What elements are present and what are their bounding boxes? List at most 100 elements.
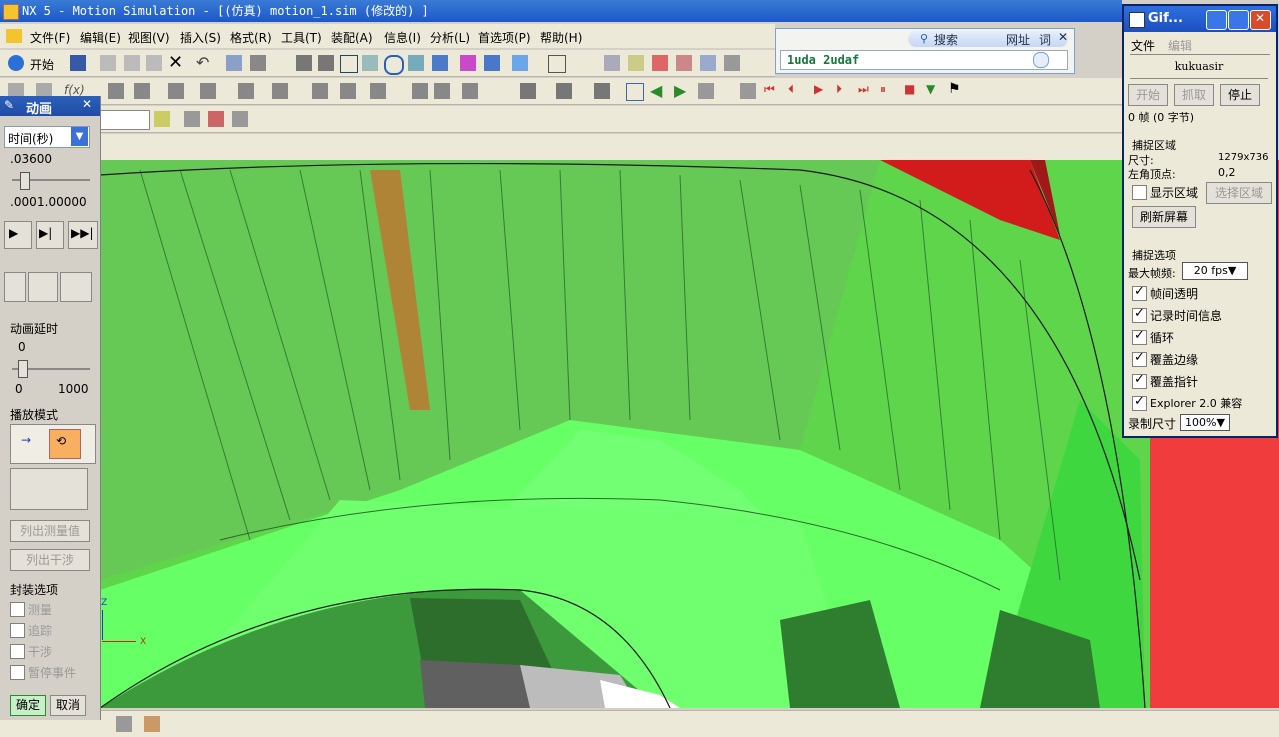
torque-icon[interactable] xyxy=(312,83,328,99)
trace-mode-buttons[interactable] xyxy=(10,468,88,510)
select-icon[interactable] xyxy=(226,55,242,71)
forward-arrow-icon[interactable]: ▶ xyxy=(674,81,686,100)
option-checkbox-explorer[interactable] xyxy=(1132,394,1147,411)
pause-event-checkbox[interactable] xyxy=(10,665,25,680)
point-icon[interactable] xyxy=(628,55,644,71)
option-checkbox-pointer[interactable] xyxy=(1132,372,1147,389)
contact-icon[interactable] xyxy=(238,83,254,99)
gif-menu-edit[interactable]: 编辑 xyxy=(1168,37,1192,54)
force-icon[interactable] xyxy=(272,83,288,99)
gif-stop-button[interactable]: 停止 xyxy=(1220,84,1260,106)
measure-checkbox[interactable] xyxy=(10,602,25,617)
play-once-icon[interactable]: → xyxy=(21,433,31,447)
menu-insert[interactable]: 插入(S) xyxy=(180,29,221,46)
show-area-checkbox[interactable] xyxy=(1132,185,1147,200)
cube-icon[interactable] xyxy=(512,55,528,71)
perspective-icon[interactable] xyxy=(432,55,448,71)
back-arrow-icon[interactable]: ◀ xyxy=(650,81,662,100)
rotate-icon[interactable] xyxy=(384,55,404,75)
delete-icon[interactable]: ✕ xyxy=(168,52,183,73)
cut-icon[interactable] xyxy=(100,55,116,71)
save-icon[interactable] xyxy=(70,55,86,71)
menu-analysis[interactable]: 分析(L) xyxy=(430,29,470,46)
menu-preferences[interactable]: 首选项(P) xyxy=(478,29,531,46)
option-checkbox-timing[interactable] xyxy=(1132,306,1147,323)
close-button[interactable]: ✕ xyxy=(1250,10,1271,30)
record-size-select[interactable]: 100%▼ xyxy=(1180,414,1230,431)
loop-mode-button[interactable]: ⟲ xyxy=(49,429,81,459)
fast-forward-button[interactable]: ▶▶| xyxy=(68,221,98,249)
gif-capture-button[interactable]: 抓取 xyxy=(1174,84,1214,106)
trace-icon[interactable] xyxy=(462,83,478,99)
solver-icon[interactable] xyxy=(340,83,356,99)
menu-edit[interactable]: 编辑(E) xyxy=(80,29,121,46)
chevron-down-icon[interactable]: ▼ xyxy=(71,127,88,146)
step-forward-button[interactable]: ▶| xyxy=(36,221,64,249)
search-tab[interactable]: 搜索 xyxy=(934,31,958,48)
render-icon[interactable] xyxy=(460,55,476,71)
select-all-icon[interactable] xyxy=(154,111,170,127)
menu-file[interactable]: 文件(F) xyxy=(30,29,70,46)
search-input[interactable]: 1uda 2udaf xyxy=(780,50,1068,70)
checklist-icon[interactable] xyxy=(626,83,644,101)
address-tab[interactable]: 网址 xyxy=(1006,31,1030,48)
spring-icon[interactable] xyxy=(134,83,150,99)
start-icon[interactable] xyxy=(8,55,24,71)
graphics-viewport[interactable]: Z X xyxy=(100,160,1279,708)
word-tab[interactable]: 词 xyxy=(1039,31,1051,48)
time-slider-handle[interactable] xyxy=(20,172,30,190)
fit-icon[interactable] xyxy=(340,55,358,73)
maximize-button[interactable] xyxy=(1228,10,1249,30)
record-button[interactable] xyxy=(28,272,58,302)
option-checkbox-edges[interactable] xyxy=(1132,350,1147,367)
snap-end-icon[interactable] xyxy=(232,111,248,127)
finish-flag-icon[interactable]: ⚑ xyxy=(948,81,961,97)
minimize-button[interactable] xyxy=(1206,10,1227,30)
spreadsheet-icon[interactable] xyxy=(556,83,572,99)
list-interference-button[interactable]: 列出干涉 xyxy=(10,549,90,571)
step-back-icon[interactable]: ⏴ xyxy=(788,82,794,97)
refresh-screen-button[interactable]: 刷新屏幕 xyxy=(1132,206,1196,228)
pan-icon[interactable] xyxy=(408,55,424,71)
wcs-icon[interactable] xyxy=(318,55,334,71)
dialog-close-icon[interactable]: ✕ xyxy=(82,97,92,111)
trace-checkbox[interactable] xyxy=(10,623,25,638)
zoom-icon[interactable] xyxy=(362,55,378,71)
list-measure-button[interactable]: 列出测量值 xyxy=(10,520,90,542)
marker-icon[interactable] xyxy=(108,83,124,99)
graph-icon[interactable] xyxy=(520,83,536,99)
undo-select-icon[interactable] xyxy=(184,111,200,127)
pause-icon[interactable]: ⏸ xyxy=(880,82,886,97)
snap-icon[interactable] xyxy=(604,55,620,71)
status-tool-icon[interactable] xyxy=(116,716,132,732)
damper-icon[interactable] xyxy=(168,83,184,99)
step-forward-icon[interactable]: ⏵ xyxy=(836,82,842,97)
time-select[interactable]: 时间(秒) ▼ xyxy=(4,126,90,148)
menu-info[interactable]: 信息(I) xyxy=(384,29,421,46)
export-animation-button[interactable] xyxy=(4,272,26,302)
menu-view[interactable]: 视图(V) xyxy=(128,29,170,46)
filter-icon[interactable] xyxy=(700,55,716,71)
plane-icon[interactable] xyxy=(676,55,692,71)
play-backward-button[interactable]: ▶ xyxy=(4,221,32,249)
gif-menu-file[interactable]: 文件 xyxy=(1131,37,1155,54)
view-icon[interactable] xyxy=(548,55,566,73)
loop-icon[interactable] xyxy=(698,83,714,99)
down-arrow-icon[interactable]: ▼ xyxy=(926,82,935,96)
export-icon[interactable] xyxy=(594,83,610,99)
undo-icon[interactable]: ↶ xyxy=(196,53,209,72)
delay-slider-handle[interactable] xyxy=(18,360,28,378)
menu-help[interactable]: 帮助(H) xyxy=(540,29,582,46)
interference-checkbox[interactable] xyxy=(10,644,25,659)
gif-start-button[interactable]: 开始 xyxy=(1128,84,1168,106)
select-area-button[interactable]: 选择区域 xyxy=(1206,182,1272,204)
cancel-button[interactable]: 取消 xyxy=(50,695,86,716)
curve-icon[interactable] xyxy=(652,55,668,71)
menu-format[interactable]: 格式(R) xyxy=(230,29,272,46)
bushing-icon[interactable] xyxy=(200,83,216,99)
play-icon[interactable]: ▶ xyxy=(814,82,823,96)
copy-icon[interactable] xyxy=(124,55,140,71)
fps-select[interactable]: 20 fps▼ xyxy=(1182,262,1248,280)
option-checkbox-transparent[interactable] xyxy=(1132,284,1147,301)
dropdown-icon[interactable] xyxy=(724,55,740,71)
